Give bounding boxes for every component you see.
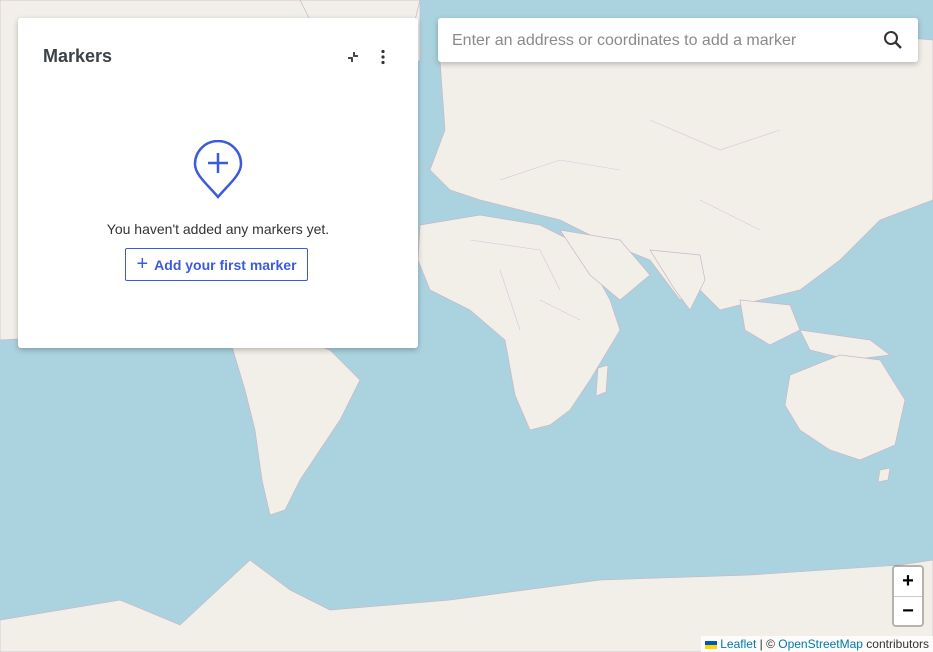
search-button[interactable] [882, 29, 904, 51]
panel-title: Markers [43, 46, 113, 66]
map-pin-plus-icon [193, 140, 243, 199]
leaflet-link[interactable]: Leaflet [720, 637, 756, 651]
add-first-marker-label: Add your first marker [154, 256, 297, 273]
add-first-marker-button[interactable]: + Add your first marker [125, 248, 308, 281]
more-vertical-icon [381, 49, 385, 65]
attribution-suffix: contributors [862, 637, 929, 651]
empty-state-message: You haven't added any markers yet. [106, 221, 330, 237]
collapse-icon [348, 52, 358, 62]
ukraine-flag-icon [705, 640, 718, 649]
zoom-control: + − [892, 565, 924, 627]
collapse-button[interactable] [342, 46, 364, 68]
panel-menu-button[interactable] [372, 46, 394, 68]
plus-icon: + [136, 252, 149, 275]
markers-panel: Markers You haven't added any markers ye… [18, 18, 418, 348]
address-search [438, 18, 918, 64]
openstreetmap-link[interactable]: OpenStreetMap [778, 637, 863, 651]
search-input[interactable] [450, 18, 864, 64]
search-icon [884, 31, 902, 49]
map-attribution: Leaflet | © OpenStreetMap contributors [701, 636, 933, 652]
zoom-out-button[interactable]: − [894, 597, 922, 626]
attribution-separator: | © [756, 637, 779, 651]
zoom-in-button[interactable]: + [894, 567, 922, 597]
